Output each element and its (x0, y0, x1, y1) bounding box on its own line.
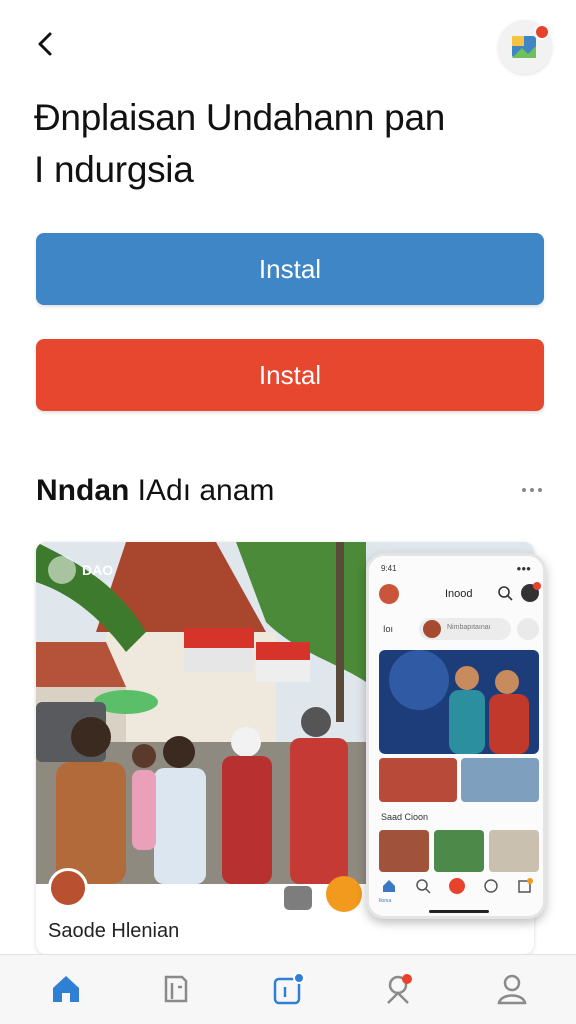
phone-nav-home-label: Ikınıa (379, 898, 392, 904)
bottom-nav (0, 954, 576, 1024)
phone-notification-icon (521, 582, 541, 602)
phone-subheading: Saad Cioon (381, 812, 429, 822)
more-icon[interactable] (516, 482, 548, 498)
page-title-line-1: Ðnplaisan Undahann pan (34, 97, 446, 138)
phone-preview: 9:41 ●●● Inood Ioı Nimbapıtaınaı Saad Ci… (366, 553, 546, 919)
share-icon[interactable] (284, 886, 312, 910)
chevron-left-icon[interactable] (28, 26, 64, 62)
phone-status-signal: ●●● (516, 564, 532, 573)
phone-search-bar: Ioı Nimbapıtaınaı (377, 616, 541, 642)
phone-thumb-row (379, 758, 539, 802)
chat-icon (483, 878, 499, 894)
install-button-secondary[interactable]: Instal (36, 339, 544, 411)
phone-status-time: 9:41 (381, 564, 397, 573)
search-icon (498, 586, 513, 601)
install-button-primary[interactable]: Instal (36, 233, 544, 305)
phone-bar-label: Ioı (383, 624, 394, 634)
location-icon[interactable] (382, 971, 418, 1007)
phone-search-text: Nimbapıtaınaı (447, 624, 491, 631)
record-icon (449, 878, 465, 894)
notification-dot (534, 24, 550, 40)
phone-thumb (379, 830, 429, 872)
phone-nav: Ikınıa (369, 874, 543, 904)
edit-icon[interactable] (270, 971, 306, 1007)
phone-thumb-row-2 (379, 830, 539, 872)
phone-feature-image (379, 650, 539, 754)
profile-icon[interactable] (494, 971, 530, 1007)
badge-icon (48, 556, 76, 584)
book-icon[interactable] (158, 971, 194, 1007)
section-title-bold: Nndan (36, 474, 130, 507)
reaction-icon[interactable] (326, 876, 362, 912)
page-title-line-2: I ndurgsia (34, 149, 194, 190)
section-title: Nndan IAdı anam (36, 474, 274, 508)
phone-thumb (379, 758, 457, 802)
card-badge: DAO (48, 556, 113, 584)
phone-thumb (434, 830, 484, 872)
top-bar (0, 0, 576, 90)
author-avatar[interactable] (48, 868, 88, 908)
phone-header: Inood (369, 580, 543, 610)
phone-thumb (489, 830, 539, 872)
page-title: Ðnplaisan Undahann pan I ndurgsia (34, 92, 544, 196)
search-icon (415, 878, 431, 894)
home-icon[interactable] (48, 971, 84, 1007)
phone-thumb (461, 758, 539, 802)
edit-icon (517, 878, 533, 894)
home-icon (381, 878, 397, 894)
app-logo-icon[interactable] (498, 20, 552, 74)
card-badge-label: DAO (82, 562, 114, 578)
phone-avatar (379, 584, 399, 604)
phone-title: Inood (445, 588, 473, 600)
section-title-rest: IAdı anam (129, 474, 275, 507)
phone-mic-icon (517, 618, 539, 640)
phone-bar-avatar (423, 620, 441, 638)
home-indicator (429, 910, 489, 913)
card-caption: Saode Hlenian (48, 920, 180, 942)
